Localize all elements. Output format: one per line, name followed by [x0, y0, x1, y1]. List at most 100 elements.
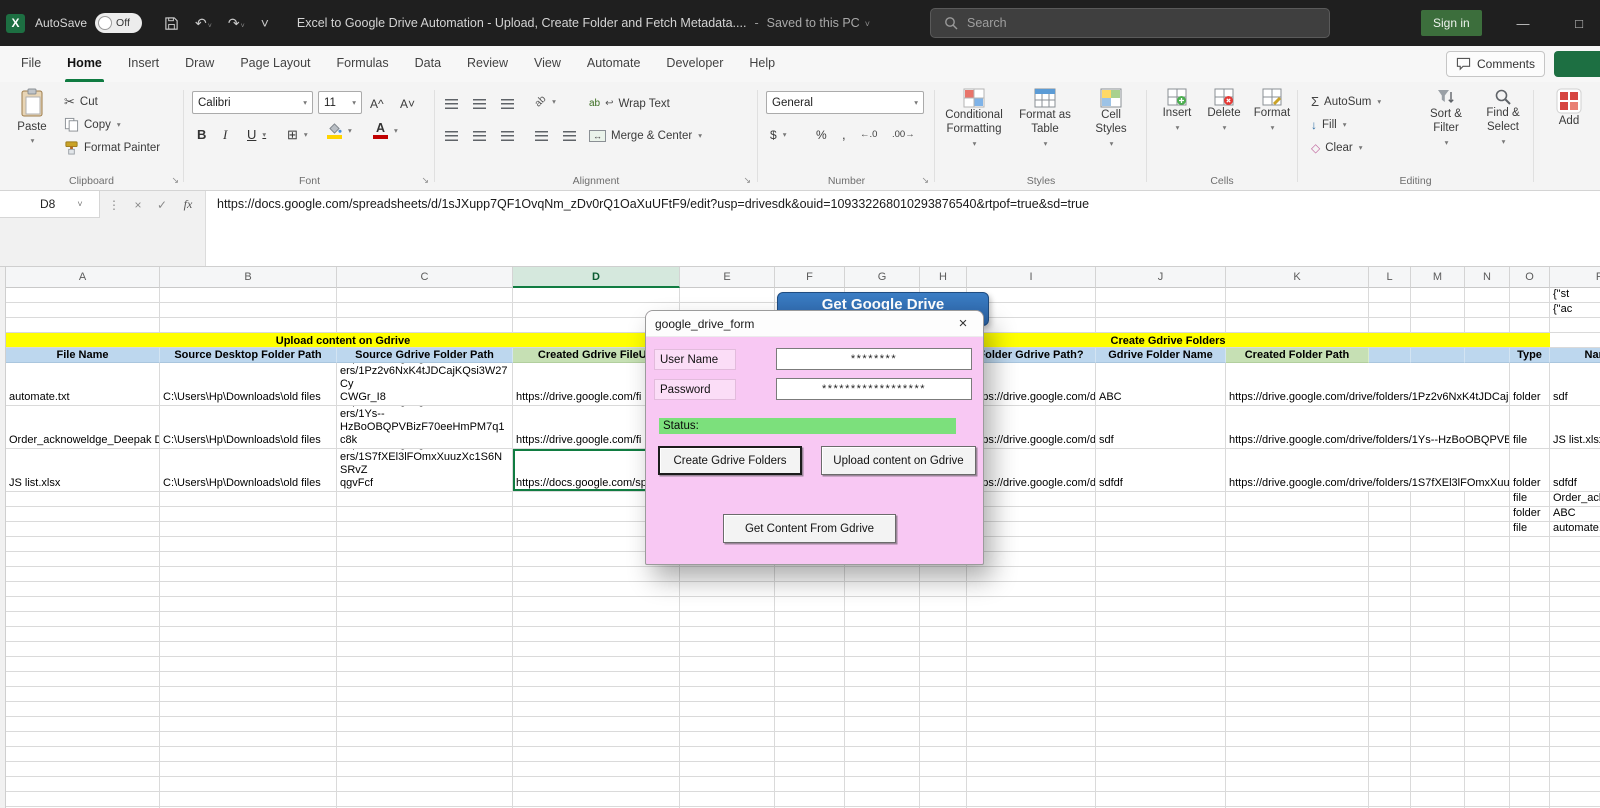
cell-O[interactable]: [1510, 612, 1550, 627]
cell-B[interactable]: [160, 492, 337, 507]
cell-E[interactable]: [680, 717, 775, 732]
cell-I[interactable]: [967, 522, 1096, 537]
cell-G[interactable]: [845, 672, 920, 687]
cell-G[interactable]: [845, 657, 920, 672]
cell-A[interactable]: [6, 792, 160, 807]
cell-I[interactable]: Folder Gdrive Path?: [967, 348, 1096, 363]
cell-J[interactable]: Gdrive Folder Name: [1096, 348, 1226, 363]
cell-A[interactable]: [6, 492, 160, 507]
cell-P[interactable]: sdf: [1550, 363, 1600, 406]
cell-B[interactable]: [160, 627, 337, 642]
cell-K[interactable]: [1226, 657, 1369, 672]
cell-C[interactable]: [337, 627, 513, 642]
cell-F[interactable]: [775, 567, 845, 582]
column-header-G[interactable]: G: [845, 267, 920, 288]
cell-L[interactable]: [1369, 732, 1411, 747]
cell-B[interactable]: [160, 777, 337, 792]
conditional-formatting-button[interactable]: Conditional Formatting ▾: [938, 88, 1010, 150]
cell-P[interactable]: ABC: [1550, 507, 1600, 522]
cell-G[interactable]: [845, 582, 920, 597]
font-size-select[interactable]: 11 ▾: [318, 91, 362, 114]
cell-J[interactable]: [1096, 582, 1226, 597]
upload-content-button[interactable]: Upload content on Gdrive: [821, 446, 976, 475]
cell-M[interactable]: [1411, 762, 1465, 777]
tab-page-layout[interactable]: Page Layout: [227, 46, 323, 82]
cell-E[interactable]: [680, 627, 775, 642]
cell-J[interactable]: [1096, 747, 1226, 762]
cell-M[interactable]: [1411, 552, 1465, 567]
align-left-button[interactable]: [445, 125, 458, 146]
cell-B[interactable]: [160, 522, 337, 537]
cell-O[interactable]: [1510, 672, 1550, 687]
cell-P[interactable]: [1550, 747, 1600, 762]
cell-C[interactable]: [337, 777, 513, 792]
cell-I[interactable]: [967, 672, 1096, 687]
cell-P[interactable]: {"st: [1550, 288, 1600, 303]
cell-L[interactable]: [1369, 288, 1411, 303]
column-header-M[interactable]: M: [1411, 267, 1465, 288]
cell-O[interactable]: folder: [1510, 363, 1550, 406]
cell-D[interactable]: [513, 777, 680, 792]
cell-O[interactable]: [1510, 777, 1550, 792]
cell-I[interactable]: [967, 687, 1096, 702]
increase-decimal-button[interactable]: ←.0: [860, 124, 877, 145]
cell-M[interactable]: [1411, 732, 1465, 747]
cell-A[interactable]: [6, 522, 160, 537]
cell-E[interactable]: [680, 582, 775, 597]
cell-P[interactable]: [1550, 642, 1600, 657]
cell-O[interactable]: [1510, 627, 1550, 642]
cell-F[interactable]: [775, 777, 845, 792]
cell-L[interactable]: [1369, 303, 1411, 318]
cell-N[interactable]: [1465, 657, 1510, 672]
cell-M[interactable]: [1411, 507, 1465, 522]
cell-M[interactable]: [1411, 492, 1465, 507]
cell-B[interactable]: C:\Users\Hp\Downloads\old files: [160, 449, 337, 492]
cell-I[interactable]: [967, 582, 1096, 597]
cell-O[interactable]: Type: [1510, 348, 1550, 363]
cell-B[interactable]: [160, 582, 337, 597]
cell-J[interactable]: sdf: [1096, 406, 1226, 449]
minimize-button[interactable]: —: [1500, 0, 1546, 46]
cell-E[interactable]: [680, 702, 775, 717]
cell-C[interactable]: https://drive.google.com/drive/fold ers/…: [337, 449, 513, 492]
cell-K[interactable]: [1226, 318, 1369, 333]
cell-E[interactable]: [680, 687, 775, 702]
cell-L[interactable]: [1369, 582, 1411, 597]
cell-A[interactable]: [6, 702, 160, 717]
cell-K[interactable]: [1226, 732, 1369, 747]
cell-A[interactable]: [6, 612, 160, 627]
column-header-P[interactable]: P: [1550, 267, 1600, 288]
cell-D[interactable]: [513, 627, 680, 642]
cell-M[interactable]: [1411, 288, 1465, 303]
cell-F[interactable]: [775, 717, 845, 732]
cell-B[interactable]: [160, 552, 337, 567]
cell-G[interactable]: [845, 687, 920, 702]
cell-I[interactable]: https://drive.google.com/d: [967, 449, 1096, 492]
cell-O[interactable]: folder: [1510, 449, 1550, 492]
column-header-B[interactable]: B: [160, 267, 337, 288]
tab-insert[interactable]: Insert: [115, 46, 172, 82]
cell-A[interactable]: [6, 762, 160, 777]
tab-data[interactable]: Data: [402, 46, 454, 82]
cell-K[interactable]: [1226, 552, 1369, 567]
cell-A[interactable]: [6, 318, 160, 333]
cell-I[interactable]: [967, 702, 1096, 717]
cell-J[interactable]: [1096, 552, 1226, 567]
cell-F[interactable]: [775, 657, 845, 672]
wrap-text-button[interactable]: ab ↩ Wrap Text: [589, 93, 670, 114]
cell-M[interactable]: [1411, 537, 1465, 552]
cell-J[interactable]: [1096, 303, 1226, 318]
cell-M[interactable]: [1411, 597, 1465, 612]
cell-N[interactable]: [1465, 303, 1510, 318]
cell-F[interactable]: [775, 642, 845, 657]
cell-M[interactable]: [1411, 567, 1465, 582]
cell-N[interactable]: [1465, 672, 1510, 687]
cell-B[interactable]: [160, 657, 337, 672]
cell-K[interactable]: [1226, 777, 1369, 792]
cell-D[interactable]: [513, 567, 680, 582]
cell-G[interactable]: [845, 642, 920, 657]
cell-G[interactable]: [845, 627, 920, 642]
cell-A[interactable]: [6, 567, 160, 582]
formula-input[interactable]: https://docs.google.com/spreadsheets/d/1…: [205, 191, 1600, 266]
cell-B[interactable]: [160, 702, 337, 717]
